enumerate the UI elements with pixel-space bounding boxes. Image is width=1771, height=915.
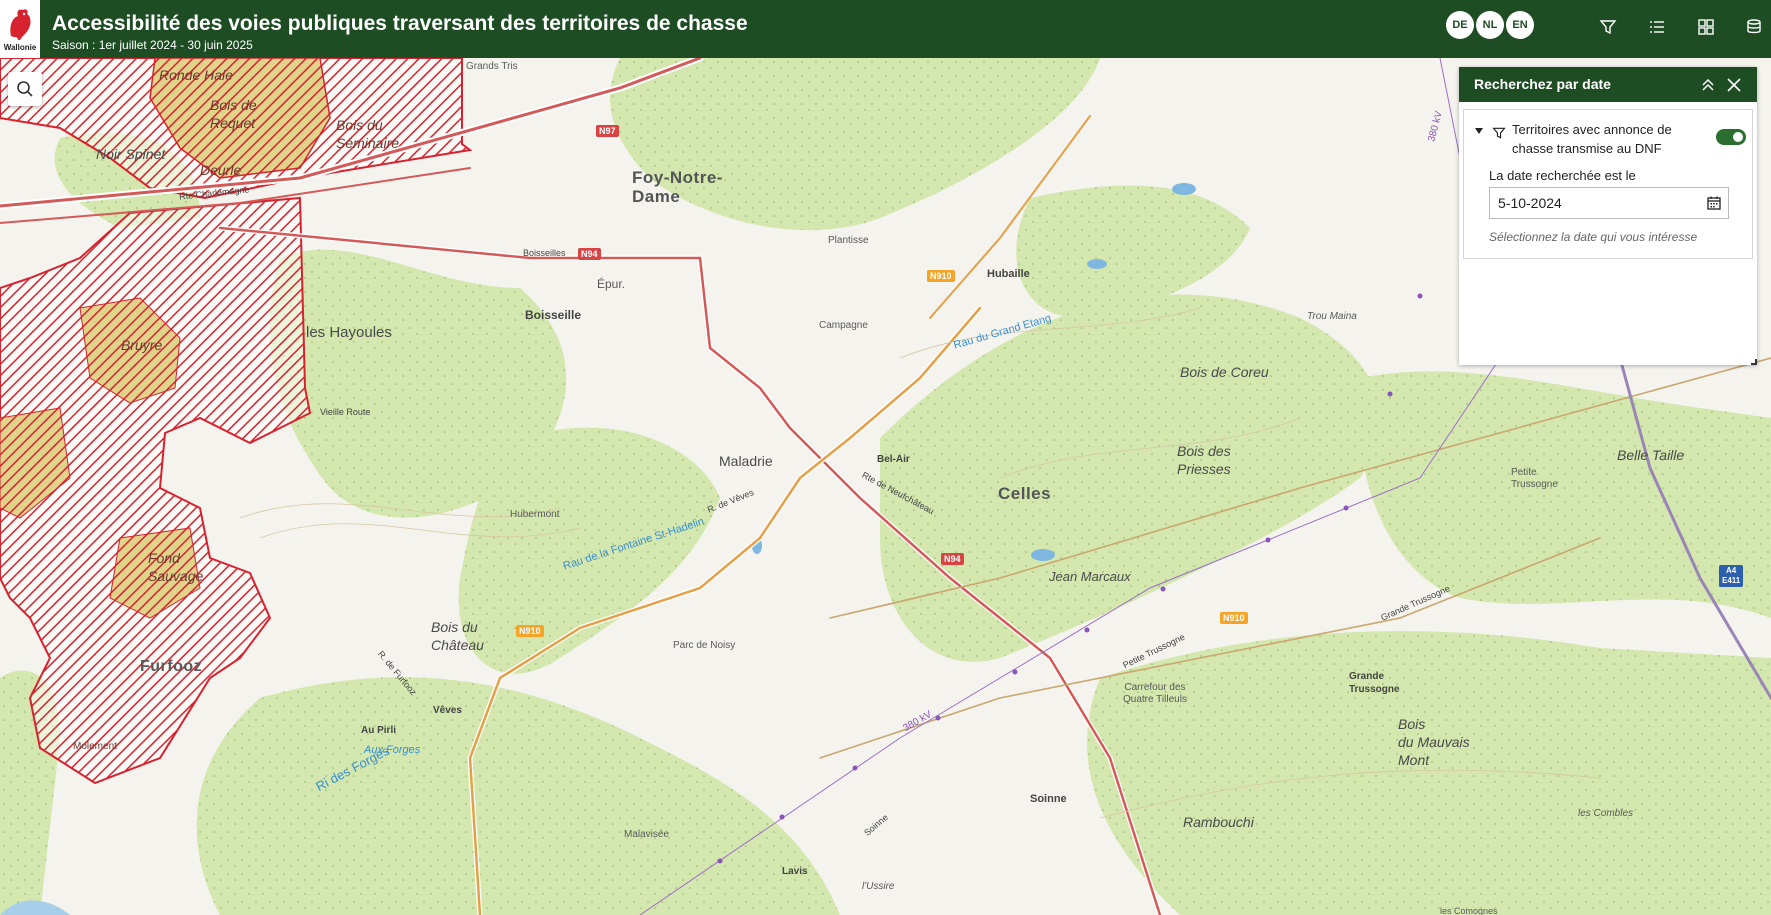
filter-label: Territoires avec annonce de chasse trans… xyxy=(1512,122,1672,156)
label-rambouchi: Rambouchi xyxy=(1183,814,1254,830)
label-bruyre: Bruyre xyxy=(121,337,163,353)
rooster-icon xyxy=(10,9,31,40)
caret-down-icon[interactable] xyxy=(1474,126,1484,136)
label-deurle: Deurle xyxy=(200,162,242,178)
label-belle-taille: Belle Taille xyxy=(1617,447,1685,463)
label-grande-trussogne: Grande Trussogne xyxy=(1349,671,1400,695)
label-lavis: Lavis xyxy=(782,866,808,877)
label-trou-maina: Trou Maina xyxy=(1307,311,1357,322)
app-title: Accessibilité des voies publiques traver… xyxy=(52,12,748,35)
list-icon xyxy=(1650,21,1664,33)
layers-icon xyxy=(1747,19,1761,34)
label-malavisee: Malavisée xyxy=(624,829,670,840)
grid-button[interactable] xyxy=(1690,11,1722,43)
lang-nl-button[interactable]: NL xyxy=(1476,11,1504,39)
road-shield-n97: N97 xyxy=(596,125,619,137)
app-subtitle: Saison : 1er juillet 2024 - 30 juin 2025 xyxy=(52,38,253,52)
filter-toggle[interactable] xyxy=(1716,129,1746,145)
label-bois-de-coreu: Bois de Coreu xyxy=(1180,364,1269,380)
label-foy-notre-dame: Foy-Notre- Dame xyxy=(632,168,723,206)
filter-icon xyxy=(1492,127,1506,139)
road-shield-n910: N910 xyxy=(516,625,544,637)
label-boisseille: Boisseille xyxy=(525,308,582,322)
logo-text: Wallonie xyxy=(3,43,37,52)
label-epur: Épur. xyxy=(597,277,626,291)
layers-button[interactable] xyxy=(1738,11,1770,43)
label-bel-air: Bel-Air xyxy=(877,454,910,465)
label-ronde-haie: Ronde Haie xyxy=(159,67,233,83)
label-bois-du-chateau: Bois du Château xyxy=(431,619,484,653)
road-shield-n94: N94 xyxy=(941,553,964,565)
panel-resize-handle[interactable] xyxy=(1751,359,1757,365)
label-grands-tris: Grands Tris xyxy=(466,61,518,72)
close-icon[interactable] xyxy=(1725,76,1743,94)
road-shield-a4: A4 E411 xyxy=(1719,565,1744,587)
road-shield-n910: N910 xyxy=(927,270,955,282)
label-vieille-route: Vieille Route xyxy=(320,407,371,417)
wallonie-logo: Wallonie xyxy=(0,0,40,58)
label-les-combles: les Combles xyxy=(1578,808,1634,819)
label-hubermont: Hubermont xyxy=(510,509,560,520)
panel-header: Recherchez par date xyxy=(1459,67,1757,102)
date-search-panel: Recherchez par date Territoires avec ann… xyxy=(1459,67,1757,365)
label-bois-du-seminaire: Bois du Séminaire xyxy=(336,117,400,151)
app-header: Wallonie Accessibilité des voies publiqu… xyxy=(0,0,1771,58)
label-parc-de-noisy: Parc de Noisy xyxy=(673,640,736,651)
collapse-icon[interactable] xyxy=(1699,76,1717,94)
label-les-comognes: les Comognes xyxy=(1440,906,1498,915)
label-bois-des-priesses: Bois des Priesses xyxy=(1177,443,1231,477)
label-hubaille: Hubaille xyxy=(987,268,1030,280)
label-celles: Celles xyxy=(998,484,1052,503)
label-carrefour: Carrefour des Quatre Tilleuls xyxy=(1123,682,1187,705)
search-icon xyxy=(17,81,33,97)
filter-icon xyxy=(1599,20,1617,35)
label-furfooz: Furfooz xyxy=(140,658,203,675)
label-les-hayoules: les Hayoules xyxy=(306,324,392,341)
filter-button[interactable] xyxy=(1592,11,1624,43)
map-search-button[interactable] xyxy=(8,72,42,106)
lang-de-button[interactable]: DE xyxy=(1446,11,1474,39)
label-bois-du-mauvais-mont: Bois du Mauvais Mont xyxy=(1398,716,1470,768)
date-label: La date recherchée est le xyxy=(1489,168,1636,183)
road-shield-n94: N94 xyxy=(578,248,601,260)
label-maladrie: Maladrie xyxy=(719,453,773,469)
label-au-pirli: Au Pirli xyxy=(361,725,397,736)
label-jean-marcaux: Jean Marcaux xyxy=(1049,569,1131,584)
label-campagne: Campagne xyxy=(819,320,868,331)
date-hint: Sélectionnez la date qui vous intéresse xyxy=(1489,230,1698,244)
label-petite-trussogne: Petite Trussogne xyxy=(1511,467,1558,490)
filter-section: Territoires avec annonce de chasse trans… xyxy=(1463,109,1753,259)
panel-title: Recherchez par date xyxy=(1474,76,1611,92)
label-boisseilles-road: Boisseilles xyxy=(523,248,566,258)
label-noir-spinet: Noir Spinet xyxy=(96,146,166,162)
calendar-icon[interactable] xyxy=(1706,195,1722,211)
label-veves: Vêves xyxy=(433,705,462,716)
label-fond-sauvage: Fond Sauvage xyxy=(148,550,204,584)
label-bois-de-requet: Bois de Requet xyxy=(210,97,257,131)
forest-area xyxy=(1087,631,1771,915)
date-value: 5-10-2024 xyxy=(1498,195,1562,211)
label-soinne: Soinne xyxy=(1030,793,1067,805)
road-shield-n910: N910 xyxy=(1220,612,1248,624)
lang-en-button[interactable]: EN xyxy=(1506,11,1534,39)
label-lussire: l'Ussire xyxy=(862,881,895,892)
list-button[interactable] xyxy=(1641,11,1673,43)
grid-icon xyxy=(1698,19,1714,35)
label-plantisse: Plantisse xyxy=(828,235,869,246)
date-input[interactable]: 5-10-2024 xyxy=(1489,187,1729,219)
label-molement: Molement xyxy=(73,741,117,752)
